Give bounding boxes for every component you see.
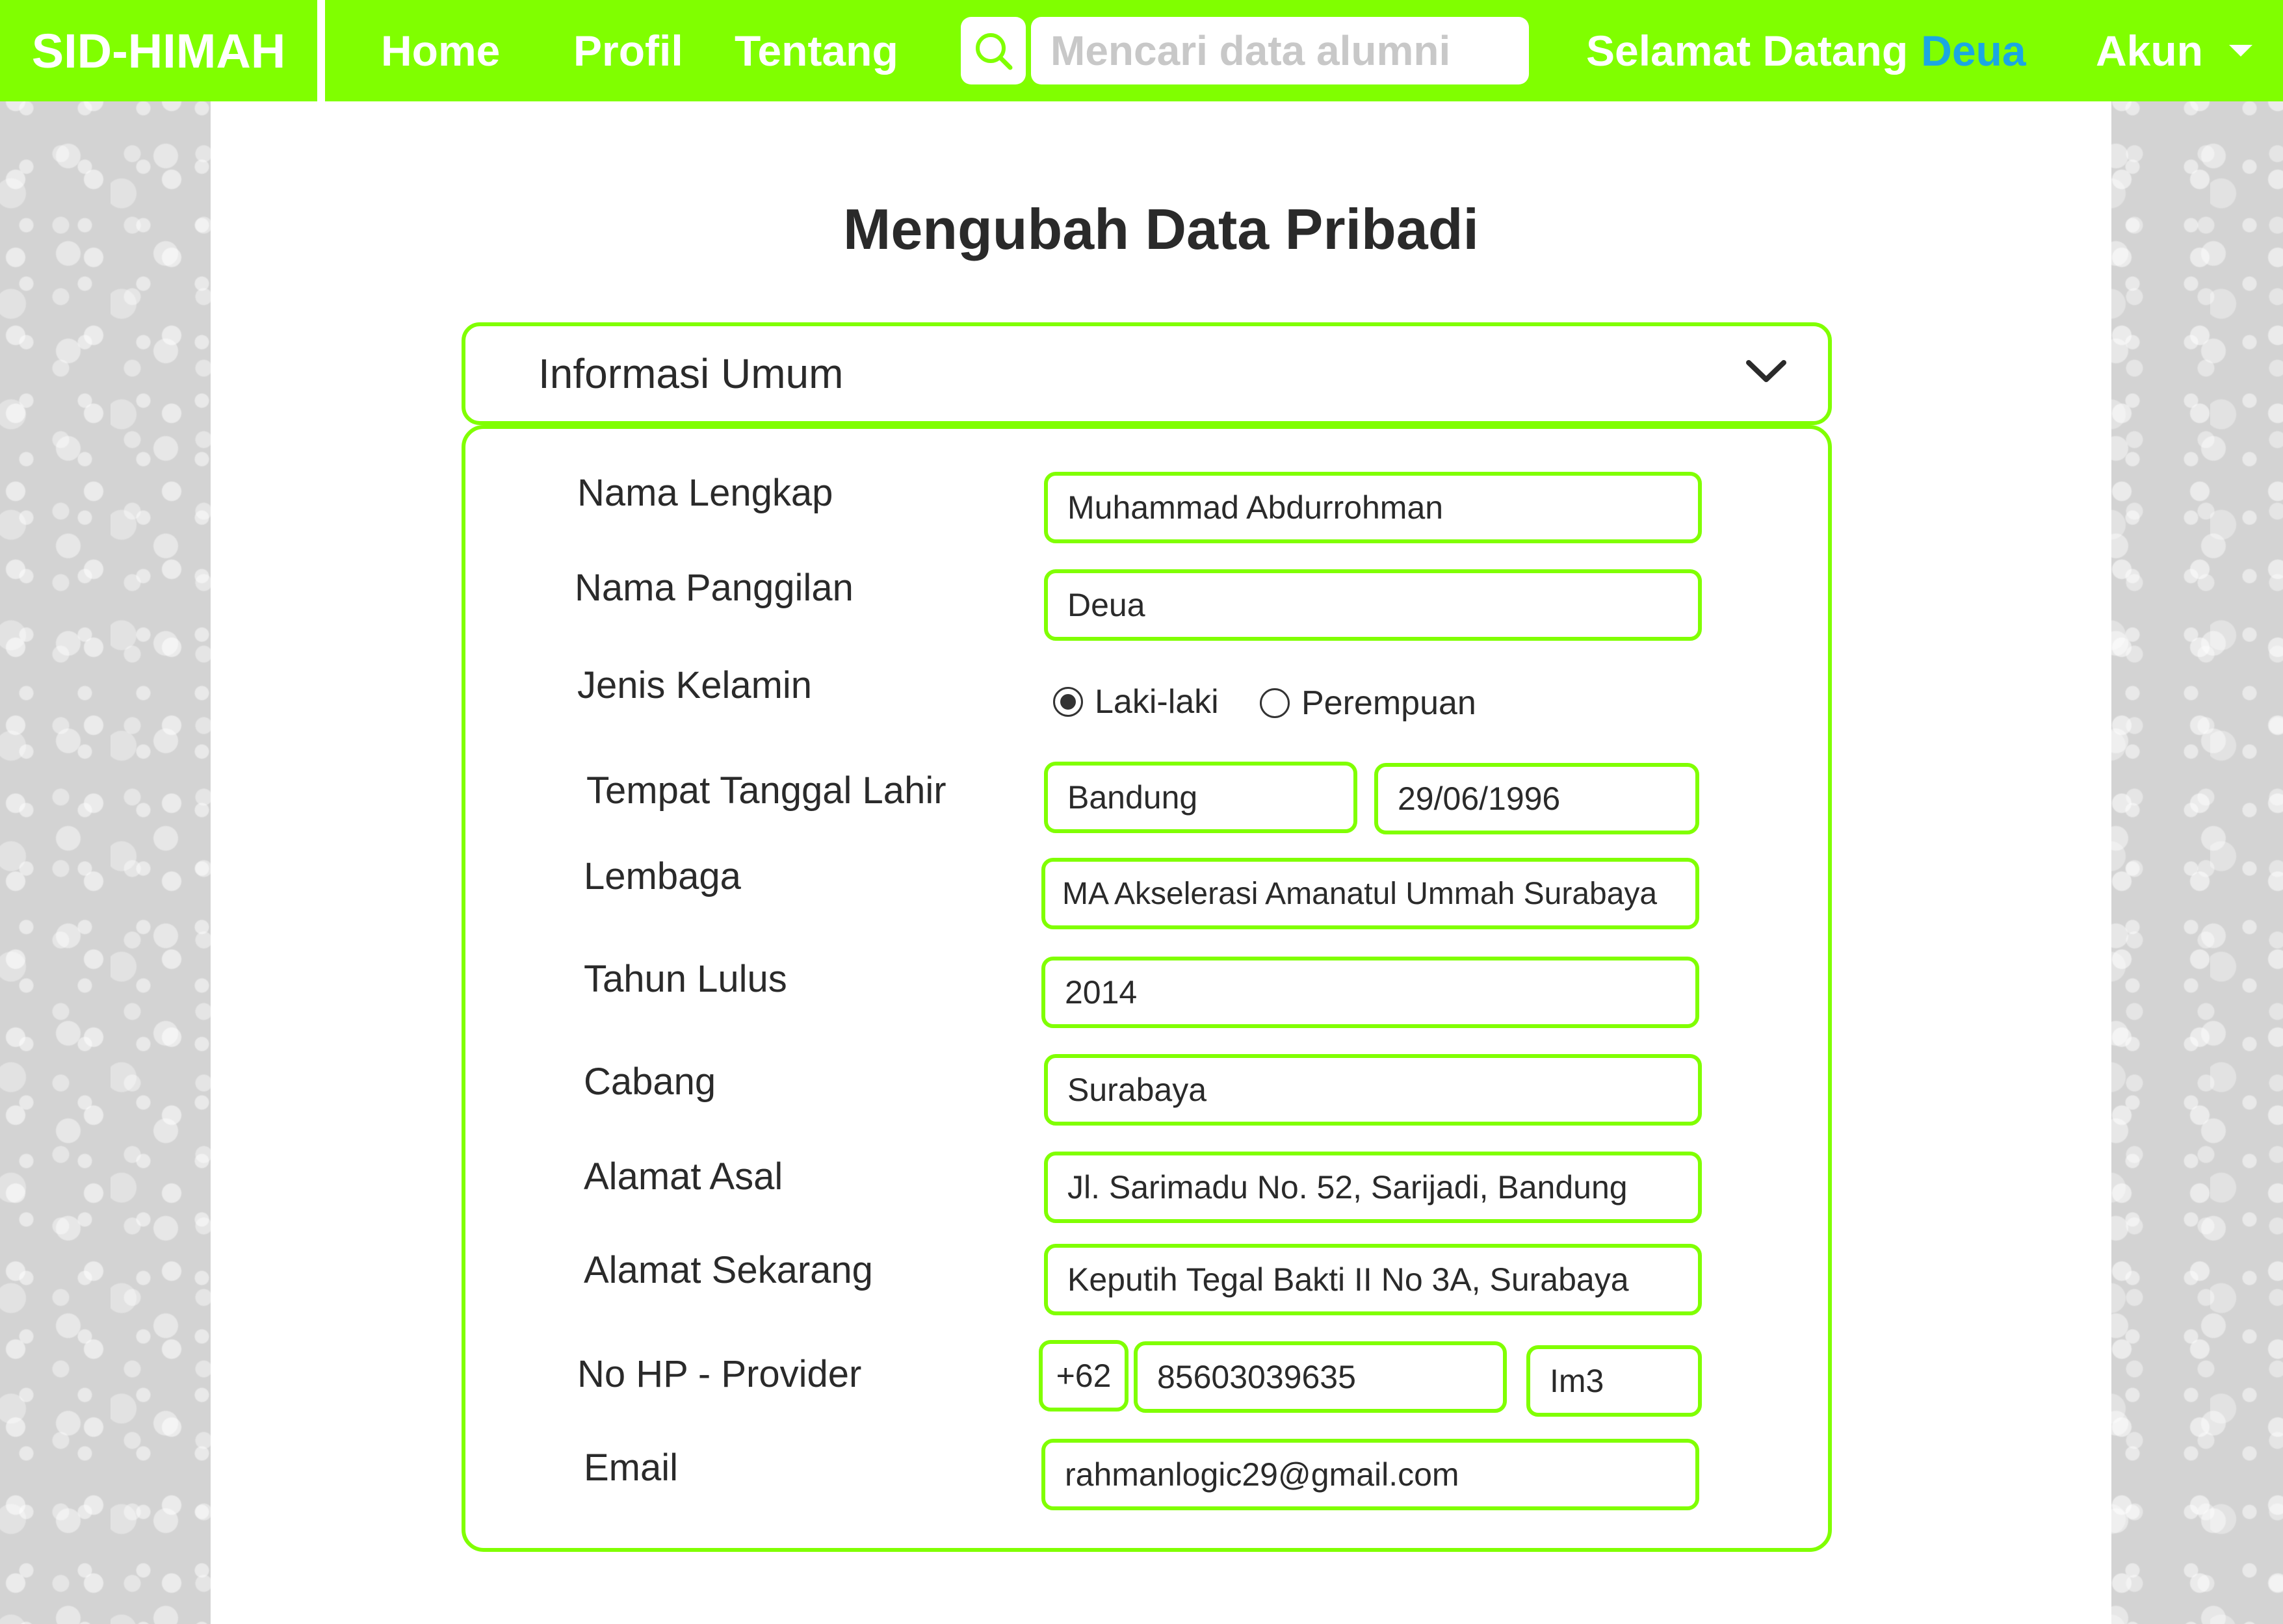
username: Deua <box>1921 27 2026 75</box>
radio-perempuan[interactable]: Perempuan <box>1260 684 1476 723</box>
chevron-down-icon <box>1746 360 1786 382</box>
welcome-text: Selamat Datang <box>1586 27 1909 75</box>
nav-tentang[interactable]: Tentang <box>735 0 898 101</box>
nav-home[interactable]: Home <box>381 0 500 101</box>
input-nama-panggilan[interactable] <box>1044 569 1702 641</box>
search-input[interactable] <box>1031 17 1529 84</box>
brand-logo[interactable]: SID-HIMAH <box>0 0 325 101</box>
input-email[interactable] <box>1041 1439 1699 1510</box>
label-jenis-kelamin: Jenis Kelamin <box>577 664 813 706</box>
nav-profil[interactable]: Profil <box>573 0 683 101</box>
radio-label-perempuan: Perempuan <box>1301 684 1476 722</box>
radio-label-laki-laki: Laki-laki <box>1095 683 1219 721</box>
input-provider[interactable] <box>1526 1345 1702 1417</box>
welcome-message: Selamat Datang Deua <box>1586 0 2026 101</box>
page-title: Mengubah Data Pribadi <box>843 197 1479 261</box>
section-header-informasi-umum[interactable]: Informasi Umum <box>462 322 1832 425</box>
input-no-hp[interactable] <box>1134 1341 1507 1413</box>
input-tahun-lulus[interactable] <box>1041 957 1699 1028</box>
radio-unchecked-icon <box>1260 688 1290 718</box>
label-alamat-sekarang: Alamat Sekarang <box>584 1249 873 1291</box>
label-cabang: Cabang <box>584 1061 716 1103</box>
main-content: Mengubah Data Pribadi Informasi Umum Nam… <box>211 101 2111 1624</box>
search-icon <box>976 33 1013 70</box>
label-nama-panggilan: Nama Panggilan <box>575 567 854 609</box>
input-alamat-sekarang[interactable] <box>1044 1244 1702 1315</box>
label-no-hp: No HP - Provider <box>577 1353 862 1395</box>
radio-checked-icon <box>1053 687 1083 717</box>
label-email: Email <box>584 1447 679 1489</box>
input-cabang[interactable] <box>1044 1054 1702 1126</box>
label-lembaga: Lembaga <box>584 855 741 897</box>
form-panel: Nama Lengkap Nama Panggilan Jenis Kelami… <box>462 425 1832 1552</box>
account-menu[interactable]: Akun <box>2096 0 2252 101</box>
input-alamat-asal[interactable] <box>1044 1152 1702 1223</box>
label-tahun-lulus: Tahun Lulus <box>584 958 787 1000</box>
top-navbar: SID-HIMAH Home Profil Tentang Selamat Da… <box>0 0 2283 101</box>
caret-down-icon <box>2229 45 2252 57</box>
label-nama-lengkap: Nama Lengkap <box>577 472 833 514</box>
input-tanggal-lahir[interactable] <box>1374 763 1699 834</box>
section-title: Informasi Umum <box>538 350 844 397</box>
input-nama-lengkap[interactable] <box>1044 472 1702 543</box>
account-label: Akun <box>2096 27 2203 75</box>
input-lembaga[interactable] <box>1041 858 1699 929</box>
input-tempat-lahir[interactable] <box>1044 762 1357 833</box>
label-alamat-asal: Alamat Asal <box>584 1155 783 1198</box>
label-ttl: Tempat Tanggal Lahir <box>586 769 946 812</box>
phone-prefix: +62 <box>1039 1340 1128 1411</box>
radio-laki-laki[interactable]: Laki-laki <box>1053 682 1219 721</box>
search-button[interactable] <box>961 17 1026 84</box>
